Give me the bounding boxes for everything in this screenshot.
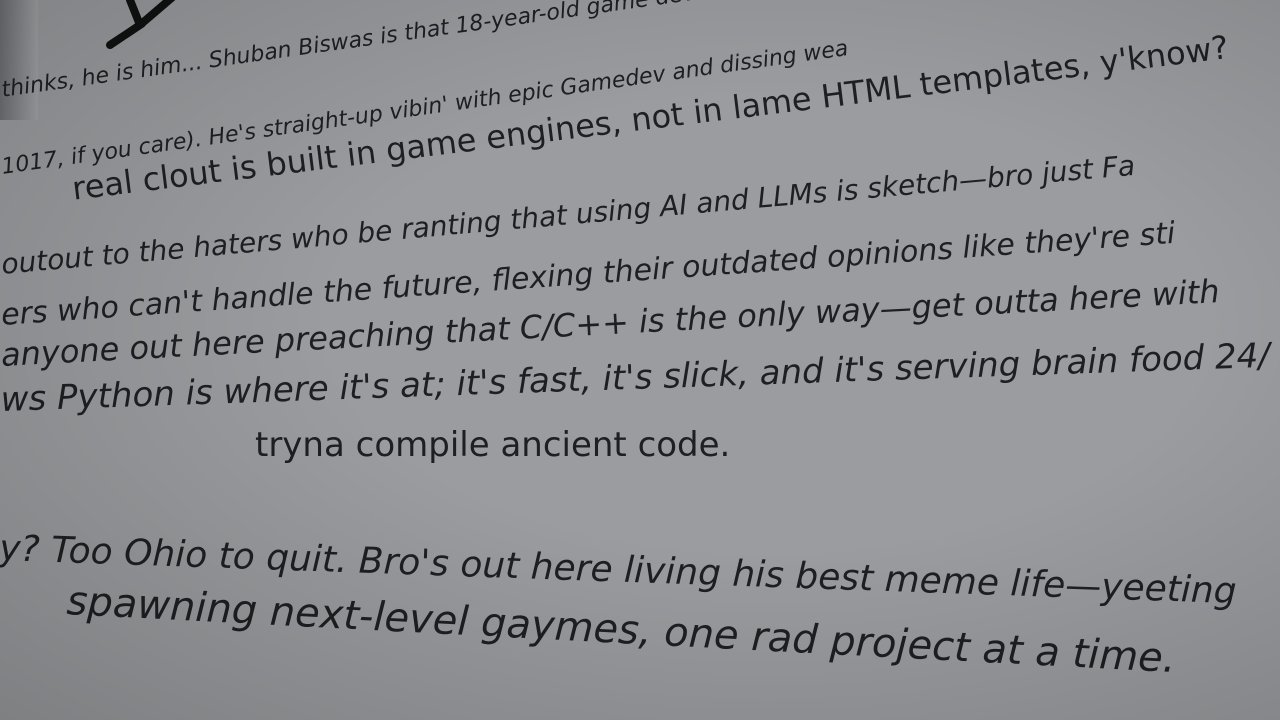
text-line-8: tryna compile ancient code. <box>255 425 731 465</box>
photo-of-printed-page: thinks, he is him... Shuban Biswas is th… <box>0 0 1280 720</box>
